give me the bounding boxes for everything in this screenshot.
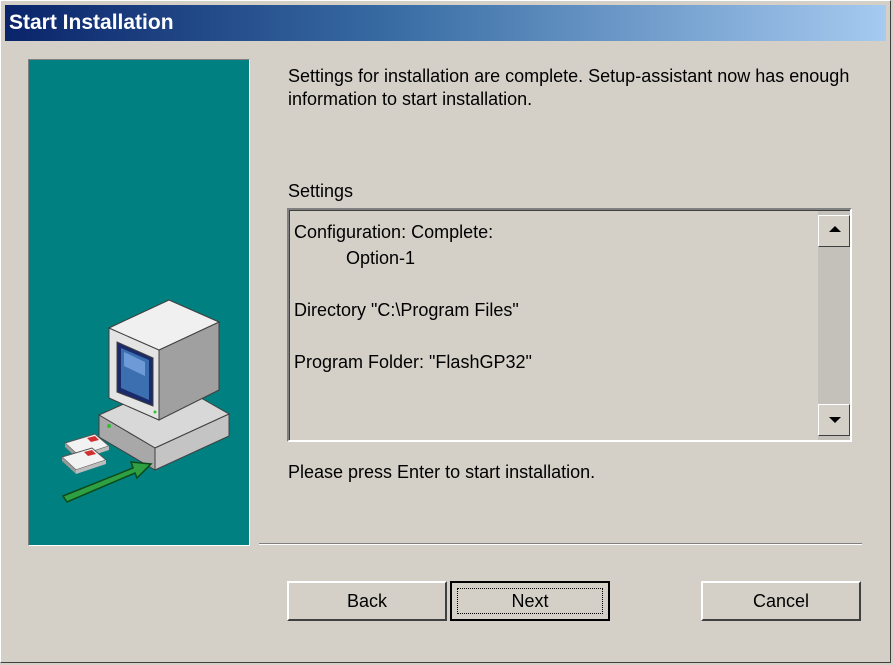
settings-line-option: Option-1 xyxy=(346,248,416,268)
intro-text: Settings for installation are complete. … xyxy=(288,66,850,109)
settings-line-configuration: Configuration: Complete: xyxy=(294,222,494,242)
settings-label: Settings xyxy=(288,181,354,201)
settings-textbox-inner: Configuration: Complete: Option-1 Direct… xyxy=(289,210,850,440)
focus-rectangle xyxy=(457,588,603,614)
title-bar[interactable]: Start Installation xyxy=(5,5,886,41)
cancel-button[interactable]: Cancel xyxy=(701,581,861,621)
hint-text: Please press Enter to start installation… xyxy=(288,462,596,482)
next-button[interactable]: Next xyxy=(450,581,610,621)
window-title: Start Installation xyxy=(9,11,174,34)
settings-textbox[interactable]: Configuration: Complete: Option-1 Direct… xyxy=(287,208,852,442)
settings-blank-line xyxy=(294,323,814,349)
side-illustration-panel xyxy=(28,59,250,546)
settings-blank-line xyxy=(294,271,814,297)
divider xyxy=(259,543,862,545)
computer-icon xyxy=(97,299,231,471)
scroll-up-arrow-icon xyxy=(829,226,841,232)
scroll-up-button[interactable] xyxy=(818,215,850,247)
settings-content: Configuration: Complete: Option-1 Direct… xyxy=(294,219,814,375)
vertical-scrollbar[interactable] xyxy=(818,211,850,440)
floppy-disks-icon xyxy=(61,433,110,474)
settings-line-program-folder: Program Folder: "FlashGP32" xyxy=(294,352,532,372)
back-button[interactable]: Back xyxy=(287,581,447,621)
scroll-down-arrow-icon xyxy=(829,417,841,423)
installer-dialog: Start Installation Settings for installa… xyxy=(0,0,891,663)
settings-line-directory: Directory "C:\Program Files" xyxy=(294,300,519,320)
scroll-down-button[interactable] xyxy=(818,404,850,436)
